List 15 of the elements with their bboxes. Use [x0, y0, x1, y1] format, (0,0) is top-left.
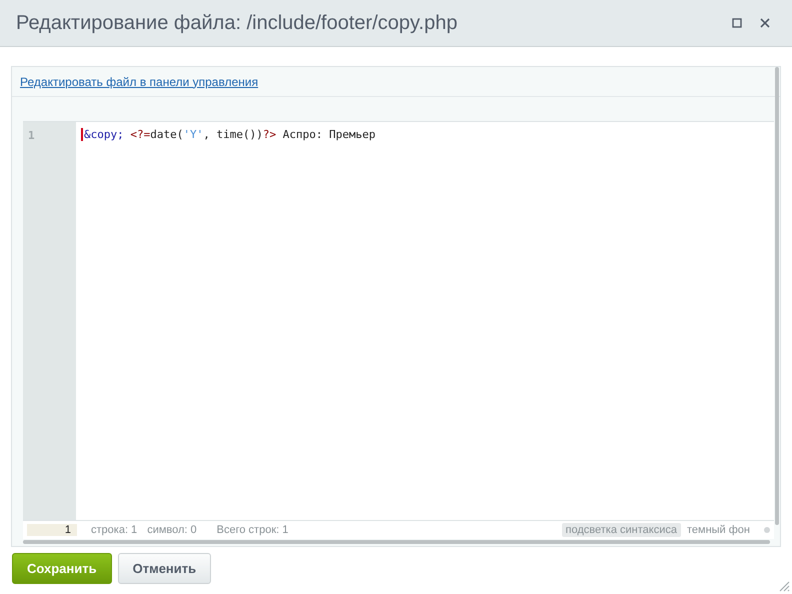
edit-in-control-panel-link[interactable]: Редактировать файл в панели управления	[20, 74, 258, 88]
line-number: 1	[27, 129, 36, 142]
resize-grip-icon[interactable]	[778, 580, 790, 592]
horizontal-scrollbar[interactable]	[23, 540, 770, 544]
symbol-status: символ: 0	[147, 524, 197, 536]
text-cursor	[81, 128, 83, 141]
cancel-button[interactable]: Отменить	[118, 553, 212, 584]
status-dot-icon	[764, 527, 770, 533]
vertical-scrollbar[interactable]	[775, 67, 779, 525]
line-status: строка: 1	[91, 524, 138, 536]
window-title: Редактирование файла: /include/footer/copy.php	[16, 12, 458, 34]
total-lines-status: Всего строк: 1	[216, 524, 290, 536]
editor-toggle[interactable]: темный фон	[682, 523, 754, 537]
goto-line-field[interactable]: 1	[27, 524, 77, 536]
code-line: &copy; <?=date('Y', time())?> Аспро: Премьер	[81, 128, 376, 141]
